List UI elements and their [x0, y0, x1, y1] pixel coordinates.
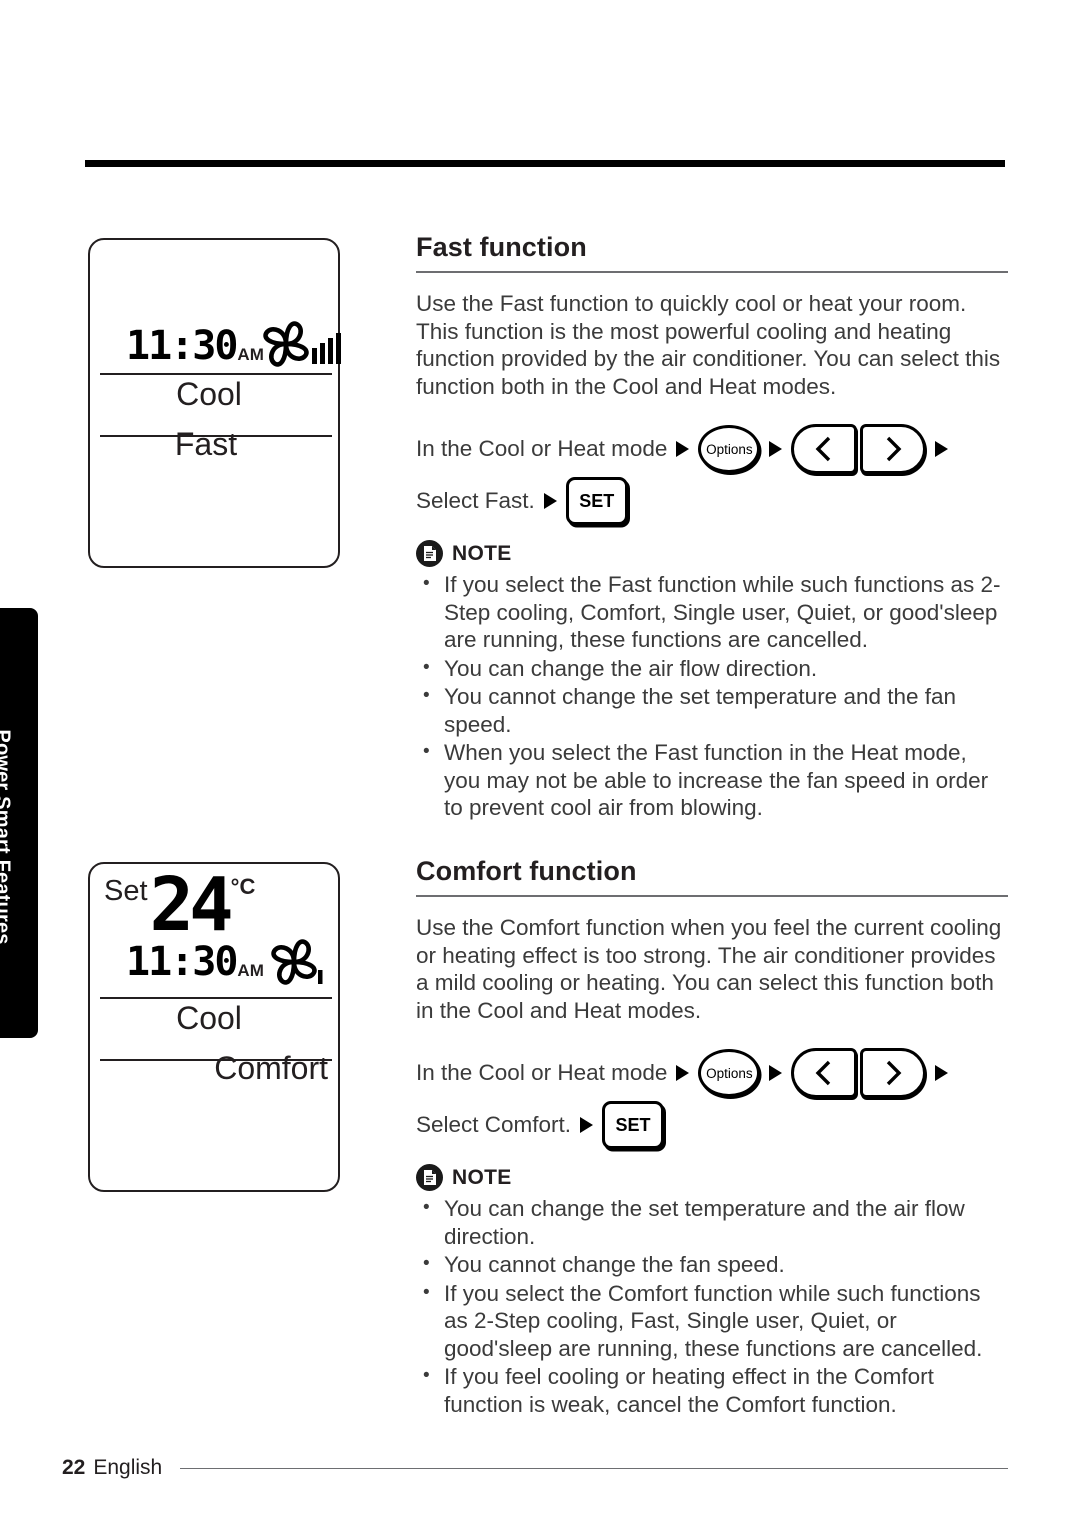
page-title-comfort: Comfort function	[416, 856, 637, 886]
page-footer: 22 English	[62, 1456, 1008, 1480]
display-time-group: 11:30 AM	[126, 323, 264, 369]
instruction-row-2-fast: Select Fast. SET	[416, 472, 1008, 530]
note-header-comfort: NOTE	[416, 1164, 1008, 1191]
section-body-fast: Use the Fast function to quickly cool or…	[416, 291, 1001, 399]
display-mode: Cool	[176, 376, 242, 412]
list-item: You cannot change the fan speed.	[416, 1250, 1008, 1279]
display-temperature-unit: °C	[230, 874, 256, 899]
display-panel-comfort: Set 24 °C 11:30 AM Cool Comfort	[88, 862, 340, 1192]
set-button[interactable]: SET	[565, 477, 628, 525]
note-title: NOTE	[452, 1165, 512, 1189]
arrow-right-triangle-icon	[580, 1117, 594, 1133]
arrow-right-triangle-icon	[935, 1065, 949, 1081]
list-item: If you select the Comfort function while…	[416, 1279, 1008, 1363]
arrow-right-triangle-icon	[676, 441, 690, 457]
list-item: If you feel cooling or heating effect in…	[416, 1362, 1008, 1418]
note-document-icon	[416, 1164, 443, 1191]
list-item: When you select the Fast function in the…	[416, 738, 1008, 822]
chevron-right-icon	[887, 1060, 902, 1086]
section-fast-function: Fast function Use the Fast function to q…	[416, 232, 1008, 823]
note-title: NOTE	[452, 541, 512, 565]
set-button[interactable]: SET	[602, 1101, 665, 1149]
display-set-group: Set 24 °C	[104, 862, 256, 948]
footer-language: English	[93, 1456, 163, 1479]
arrow-right-triangle-icon	[676, 1065, 690, 1081]
options-button[interactable]: Options	[698, 1049, 761, 1097]
note-list-comfort: You can change the set temperature and t…	[416, 1194, 1008, 1418]
section-body-comfort: Use the Comfort function when you feel t…	[416, 915, 1002, 1023]
instruction-text-mode: In the Cool or Heat mode	[416, 436, 668, 461]
list-item: You can change the air flow direction.	[416, 654, 1008, 683]
page-title-fast: Fast function	[416, 232, 587, 262]
note-document-icon	[416, 540, 443, 567]
arrow-right-triangle-icon	[769, 441, 783, 457]
instruction-text-select: Select Comfort.	[416, 1112, 572, 1137]
section-comfort-function: Comfort function Use the Comfort functio…	[416, 856, 1008, 1419]
previous-button[interactable]	[791, 424, 858, 474]
list-item: You cannot change the set temperature an…	[416, 682, 1008, 738]
fan-pinwheel-icon	[268, 936, 330, 997]
instruction-row-2-comfort: Select Comfort. SET	[416, 1096, 1008, 1154]
note-header-fast: NOTE	[416, 540, 1008, 567]
display-panel-fast: 11:30 AM Cool Fast	[88, 238, 342, 568]
arrow-button-group	[791, 1048, 927, 1098]
display-function: Comfort	[214, 1050, 328, 1086]
page-top-rule	[85, 160, 1005, 167]
display-divider-top	[100, 997, 332, 999]
previous-button[interactable]	[791, 1048, 858, 1098]
fan-pinwheel-icon	[260, 318, 342, 375]
page-number: 22	[62, 1456, 86, 1479]
instruction-text-select: Select Fast.	[416, 488, 535, 513]
display-function: Fast	[174, 426, 238, 462]
note-list-fast: If you select the Fast function while su…	[416, 570, 1008, 822]
display-time: 11:30	[126, 323, 238, 369]
next-button[interactable]	[860, 424, 927, 474]
display-divider-top	[100, 373, 332, 375]
chapter-tab-power-smart-features: Power Smart Features	[0, 608, 38, 1038]
chevron-left-icon	[815, 1060, 831, 1086]
options-button[interactable]: Options	[698, 425, 761, 473]
display-mode: Cool	[176, 1000, 242, 1036]
section-rule	[416, 895, 1008, 897]
display-meridiem: AM	[237, 961, 264, 980]
arrow-right-triangle-icon	[543, 493, 557, 509]
arrow-button-group	[791, 424, 927, 474]
display-set-label: Set	[104, 875, 148, 907]
arrow-right-triangle-icon	[769, 1065, 783, 1081]
display-temperature: 24	[149, 862, 234, 948]
instruction-row-1-fast: In the Cool or Heat mode Options	[416, 420, 1008, 478]
next-button[interactable]	[860, 1048, 927, 1098]
section-rule	[416, 271, 1008, 273]
instruction-text-mode: In the Cool or Heat mode	[416, 1060, 668, 1085]
instruction-row-1-comfort: In the Cool or Heat mode Options	[416, 1044, 1008, 1102]
chevron-left-icon	[815, 436, 831, 462]
chevron-right-icon	[887, 436, 902, 462]
list-item: If you select the Fast function while su…	[416, 570, 1008, 654]
display-time-group: 11:30 AM	[126, 939, 264, 985]
chapter-tab-label: Power Smart Features	[0, 729, 14, 945]
display-time: 11:30	[126, 939, 238, 985]
arrow-right-triangle-icon	[935, 441, 949, 457]
list-item: You can change the set temperature and t…	[416, 1194, 1008, 1250]
footer-rule	[180, 1467, 1008, 1469]
